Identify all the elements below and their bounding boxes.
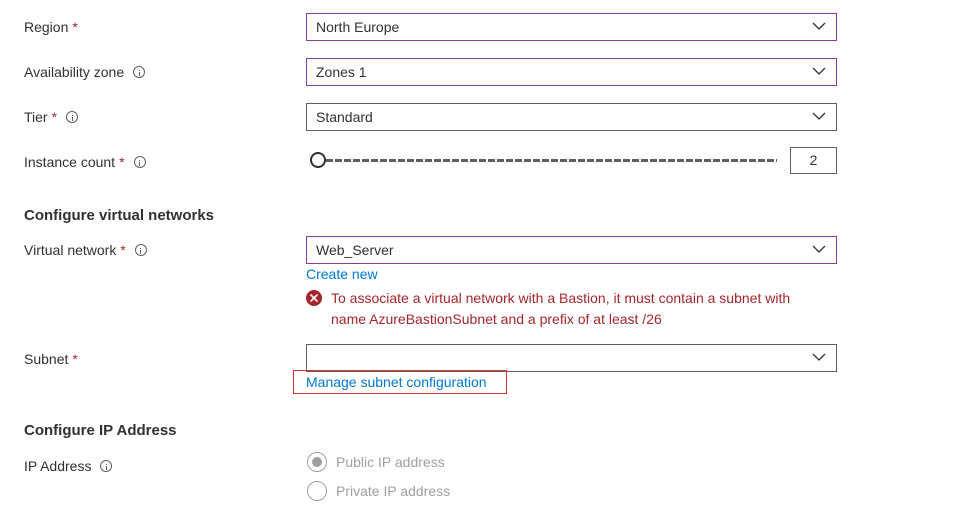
instance-count-slider-thumb[interactable] (310, 152, 326, 168)
tier-dropdown[interactable]: Standard (306, 103, 837, 131)
virtual-network-label-text: Virtual network (24, 242, 117, 258)
required-marker: * (120, 242, 126, 258)
required-marker: * (51, 109, 58, 125)
private-ip-radio-label[interactable]: Private IP address (336, 481, 450, 501)
subnet-label: Subnet * (24, 349, 78, 369)
chevron-down-icon (812, 22, 826, 30)
region-label-text: Region (24, 19, 69, 35)
chevron-down-icon (812, 112, 826, 120)
region-dropdown[interactable]: North Europe (306, 13, 837, 41)
required-marker: * (72, 351, 78, 367)
instance-count-label-text: Instance count (24, 154, 116, 170)
error-line-2: name AzureBastionSubnet and a prefix of … (331, 311, 662, 327)
tier-label-text: Tier (24, 109, 48, 125)
chevron-down-icon (812, 67, 826, 75)
tier-label: Tier * (24, 107, 79, 127)
public-ip-radio-label[interactable]: Public IP address (336, 452, 445, 472)
ip-address-label: IP Address (24, 456, 113, 476)
instance-count-label: Instance count * (24, 152, 146, 172)
error-icon (306, 290, 322, 306)
subnet-label-text: Subnet (24, 351, 69, 367)
info-icon[interactable] (134, 244, 147, 256)
virtual-network-label: Virtual network * (24, 240, 147, 260)
region-label: Region * (24, 17, 78, 37)
availability-zone-value: Zones 1 (316, 64, 367, 80)
availability-zone-label: Availability zone (24, 62, 146, 82)
private-ip-radio[interactable] (307, 481, 327, 501)
info-icon[interactable] (66, 111, 79, 123)
instance-count-input[interactable]: 2 (790, 147, 837, 174)
region-value: North Europe (316, 19, 400, 35)
chevron-down-icon (812, 353, 826, 361)
virtual-network-value: Web_Server (316, 242, 394, 258)
section-title-ip-address: Configure IP Address (24, 422, 177, 439)
virtual-network-dropdown[interactable]: Web_Server (306, 236, 837, 264)
required-marker: * (119, 154, 125, 170)
error-line-1: To associate a virtual network with a Ba… (331, 290, 791, 306)
public-ip-radio[interactable] (307, 452, 327, 472)
tier-value: Standard (316, 109, 373, 125)
validation-error-message: To associate a virtual network with a Ba… (331, 288, 831, 330)
subnet-dropdown[interactable] (306, 344, 837, 372)
required-marker: * (72, 19, 78, 35)
create-new-link[interactable]: Create new (306, 265, 378, 283)
instance-count-slider-track[interactable] (326, 159, 777, 162)
availability-zone-label-text: Availability zone (24, 64, 125, 80)
info-icon[interactable] (100, 460, 113, 472)
section-title-virtual-networks: Configure virtual networks (24, 207, 215, 224)
manage-subnet-configuration-link[interactable]: Manage subnet configuration (306, 373, 487, 391)
ip-address-label-text: IP Address (24, 458, 92, 474)
info-icon[interactable] (133, 156, 146, 168)
availability-zone-dropdown[interactable]: Zones 1 (306, 58, 837, 86)
chevron-down-icon (812, 245, 826, 253)
info-icon[interactable] (133, 66, 146, 78)
